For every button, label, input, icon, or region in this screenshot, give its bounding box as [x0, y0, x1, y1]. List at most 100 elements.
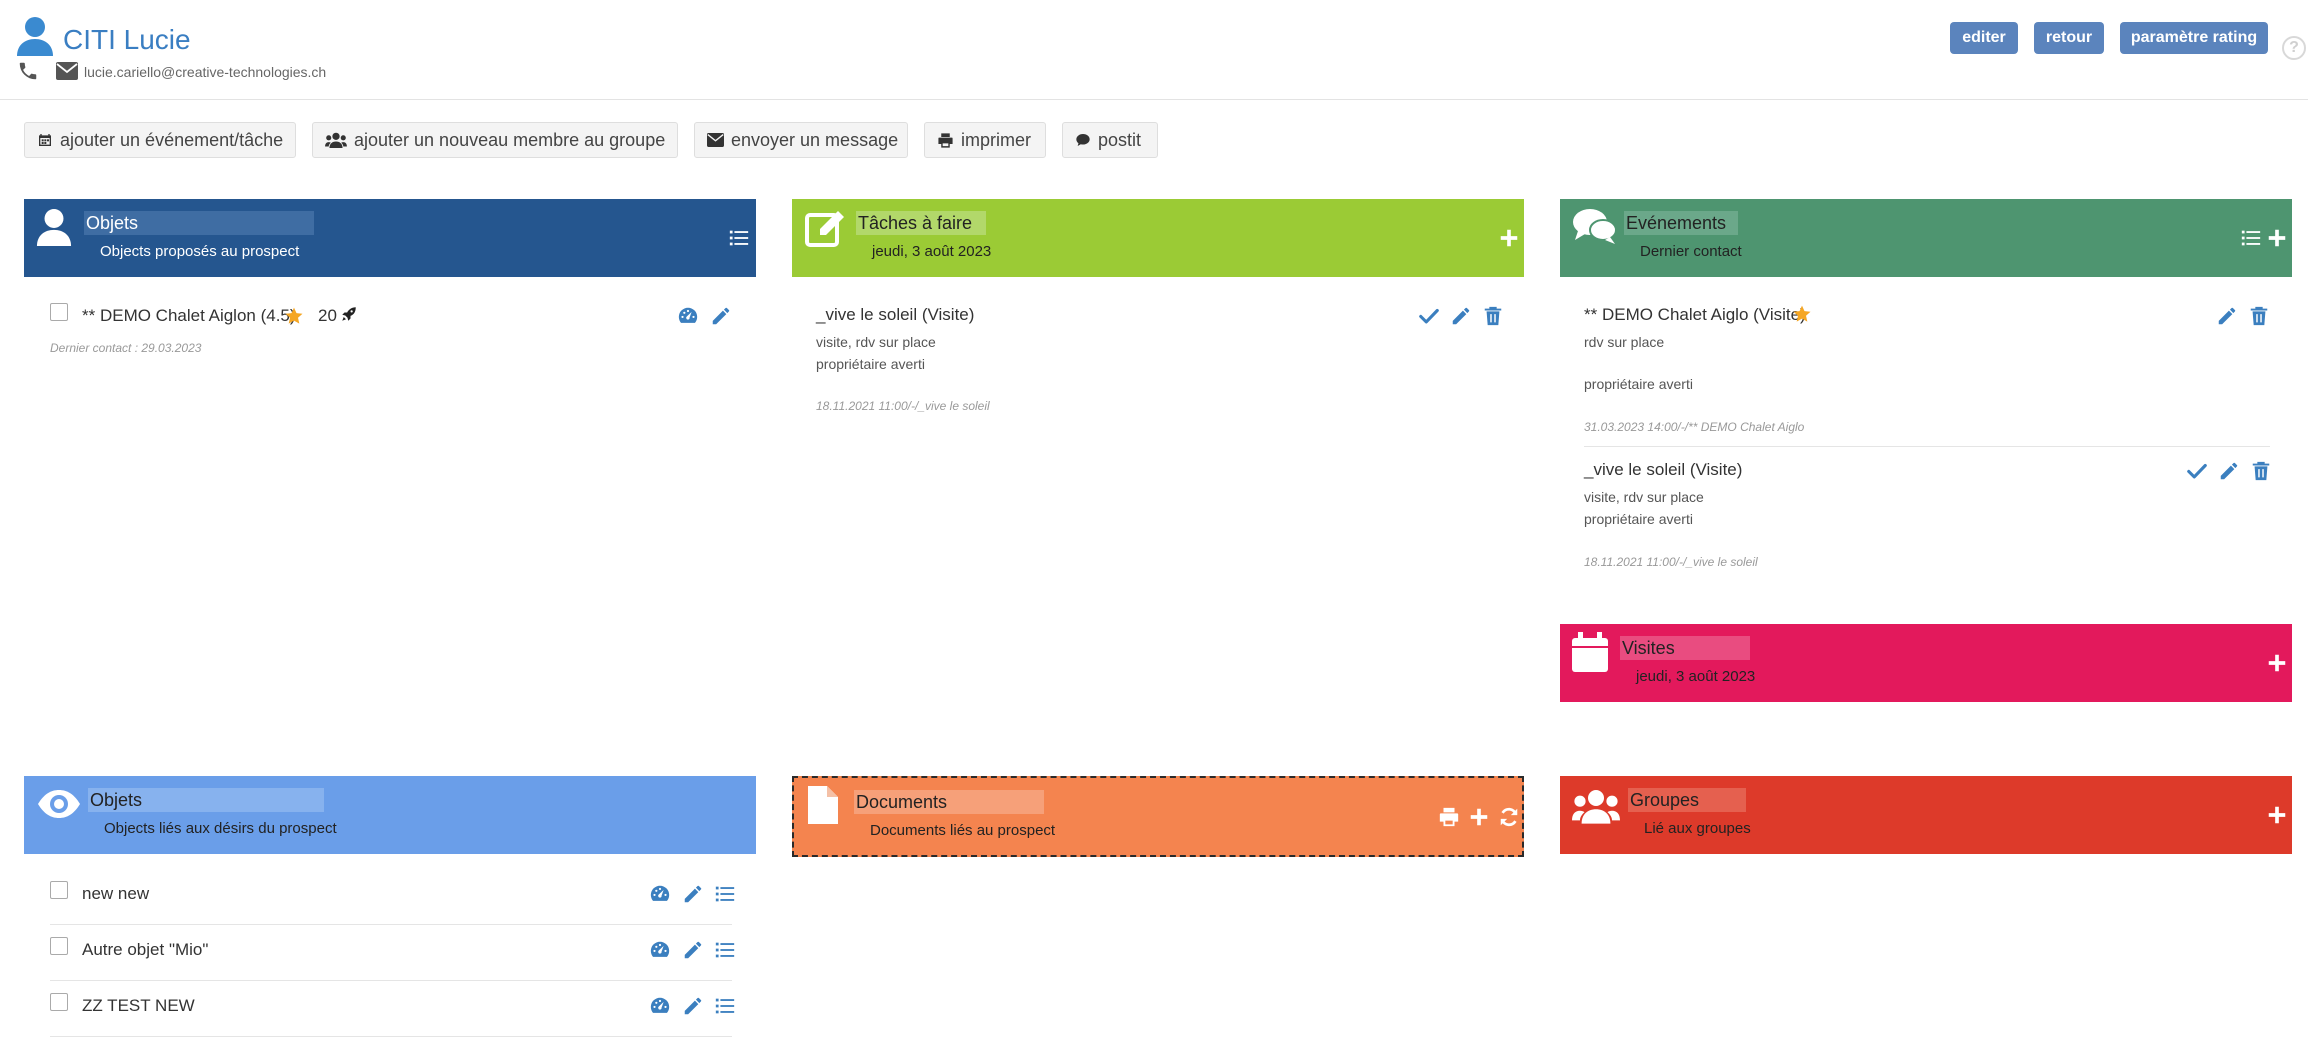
- comments-icon: [1573, 209, 1617, 244]
- contact-email[interactable]: lucie.cariello@creative-technologies.ch: [84, 64, 326, 80]
- pencil-icon[interactable]: [682, 939, 704, 961]
- gauge-icon[interactable]: [648, 995, 672, 1017]
- proposed-objects-panel: Objets Objects proposés au prospect: [24, 199, 756, 277]
- list-icon[interactable]: [728, 227, 750, 249]
- back-button[interactable]: retour: [2034, 22, 2104, 54]
- object-checkbox[interactable]: [50, 881, 68, 899]
- plus-icon[interactable]: [2266, 652, 2288, 674]
- eye-icon: [38, 790, 80, 818]
- plus-icon[interactable]: [2266, 227, 2288, 249]
- panel-title: Objets: [88, 788, 324, 812]
- check-icon[interactable]: [1418, 305, 1440, 327]
- check-icon[interactable]: [2186, 460, 2208, 482]
- plus-icon[interactable]: [1498, 227, 1520, 249]
- panel-subtitle: Documents liés au prospect: [870, 822, 1056, 839]
- trash-icon[interactable]: [2248, 305, 2270, 327]
- list-icon[interactable]: [714, 883, 736, 905]
- desired-objects-panel: Objets Objects liés aux désirs du prospe…: [24, 776, 756, 854]
- printer-icon[interactable]: [1438, 806, 1460, 828]
- star-icon: [1792, 304, 1812, 324]
- panel-title: Visites: [1620, 636, 1750, 660]
- object-checkbox[interactable]: [50, 993, 68, 1011]
- object-meta: Dernier contact : 29.03.2023: [50, 341, 202, 355]
- row-divider: [50, 924, 732, 925]
- gauge-icon[interactable]: [648, 883, 672, 905]
- panel-title: Objets: [84, 211, 314, 235]
- users-icon: [1572, 790, 1620, 824]
- user-icon: [36, 209, 72, 246]
- object-name[interactable]: ZZ TEST NEW: [82, 996, 195, 1016]
- file-icon: [808, 786, 838, 824]
- gauge-icon[interactable]: [676, 305, 700, 327]
- pencil-icon[interactable]: [710, 305, 732, 327]
- documents-panel[interactable]: Documents Documents liés au prospect: [792, 776, 1524, 857]
- task-line: propriétaire averti: [816, 356, 925, 372]
- panel-subtitle: jeudi, 3 août 2023: [1636, 668, 1756, 685]
- envelope-icon: [707, 133, 724, 147]
- row-divider: [50, 1036, 732, 1037]
- refresh-icon[interactable]: [1498, 806, 1520, 828]
- object-name[interactable]: Autre objet "Mio": [82, 940, 208, 960]
- events-panel: Evénements Dernier contact: [1560, 199, 2292, 277]
- panel-subtitle: jeudi, 3 août 2023: [872, 243, 992, 260]
- rating-settings-button[interactable]: paramètre rating: [2120, 22, 2268, 54]
- add-event-label: ajouter un événement/tâche: [60, 129, 284, 150]
- object-rating-count: 20: [318, 306, 337, 325]
- row-divider: [50, 980, 732, 981]
- event-line: visite, rdv sur place: [1584, 489, 1704, 505]
- panel-subtitle: Lié aux groupes: [1644, 820, 1751, 837]
- list-icon[interactable]: [2240, 227, 2262, 249]
- mail-icon[interactable]: [56, 62, 78, 80]
- list-icon[interactable]: [714, 939, 736, 961]
- star-icon: [284, 306, 304, 326]
- plus-icon[interactable]: [2266, 804, 2288, 826]
- event-title[interactable]: ** DEMO Chalet Aiglo (Visite): [1584, 305, 1806, 325]
- gauge-icon[interactable]: [648, 939, 672, 961]
- plus-icon[interactable]: [1468, 806, 1490, 828]
- groups-panel: Groupes Lié aux groupes: [1560, 776, 2292, 854]
- panel-title: Evénements: [1624, 211, 1738, 235]
- pencil-icon[interactable]: [1450, 305, 1472, 327]
- help-icon[interactable]: ?: [2282, 36, 2306, 60]
- pencil-icon[interactable]: [2218, 460, 2240, 482]
- calendar-icon: [1572, 632, 1608, 672]
- tasks-panel: Tâches à faire jeudi, 3 août 2023: [792, 199, 1524, 277]
- user-icon: [17, 17, 53, 56]
- rocket-icon: [340, 305, 358, 323]
- pencil-icon[interactable]: [682, 883, 704, 905]
- send-message-button[interactable]: envoyer un message: [694, 122, 908, 158]
- panel-subtitle: Objects liés aux désirs du prospect: [104, 820, 337, 837]
- comment-icon: [1076, 134, 1090, 146]
- panel-title: Documents: [854, 790, 1044, 814]
- panel-title: Groupes: [1628, 788, 1746, 812]
- phone-icon[interactable]: [16, 60, 40, 82]
- panel-subtitle: Objects proposés au prospect: [100, 243, 300, 260]
- users-icon: [325, 132, 347, 148]
- add-event-button[interactable]: ajouter un événement/tâche: [24, 122, 296, 158]
- print-label: imprimer: [961, 129, 1031, 150]
- postit-button[interactable]: postit: [1062, 122, 1158, 158]
- task-line: visite, rdv sur place: [816, 334, 936, 350]
- object-checkbox[interactable]: [50, 937, 68, 955]
- trash-icon[interactable]: [1482, 305, 1504, 327]
- object-name[interactable]: ** DEMO Chalet Aiglon (4.5): [82, 306, 296, 326]
- task-meta: 18.11.2021 11:00/-/_vive le soleil: [816, 399, 990, 413]
- pencil-icon[interactable]: [2216, 305, 2238, 327]
- object-checkbox[interactable]: [50, 303, 68, 321]
- event-divider: [1584, 446, 2270, 447]
- list-icon[interactable]: [714, 995, 736, 1017]
- pencil-icon[interactable]: [682, 995, 704, 1017]
- event-meta: 31.03.2023 14:00/-/** DEMO Chalet Aiglo: [1584, 420, 1805, 434]
- add-member-button[interactable]: ajouter un nouveau membre au groupe: [312, 122, 678, 158]
- event-meta: 18.11.2021 11:00/-/_vive le soleil: [1584, 555, 1758, 569]
- print-button[interactable]: imprimer: [924, 122, 1046, 158]
- object-name[interactable]: new new: [82, 884, 149, 904]
- trash-icon[interactable]: [2250, 460, 2272, 482]
- event-title[interactable]: _vive le soleil (Visite): [1584, 460, 1742, 480]
- edit-square-icon: [805, 211, 844, 247]
- event-line: rdv sur place: [1584, 334, 1665, 350]
- printer-icon: [937, 132, 954, 149]
- postit-label: postit: [1098, 129, 1142, 150]
- edit-button[interactable]: editer: [1950, 22, 2018, 54]
- task-title[interactable]: _vive le soleil (Visite): [816, 305, 974, 325]
